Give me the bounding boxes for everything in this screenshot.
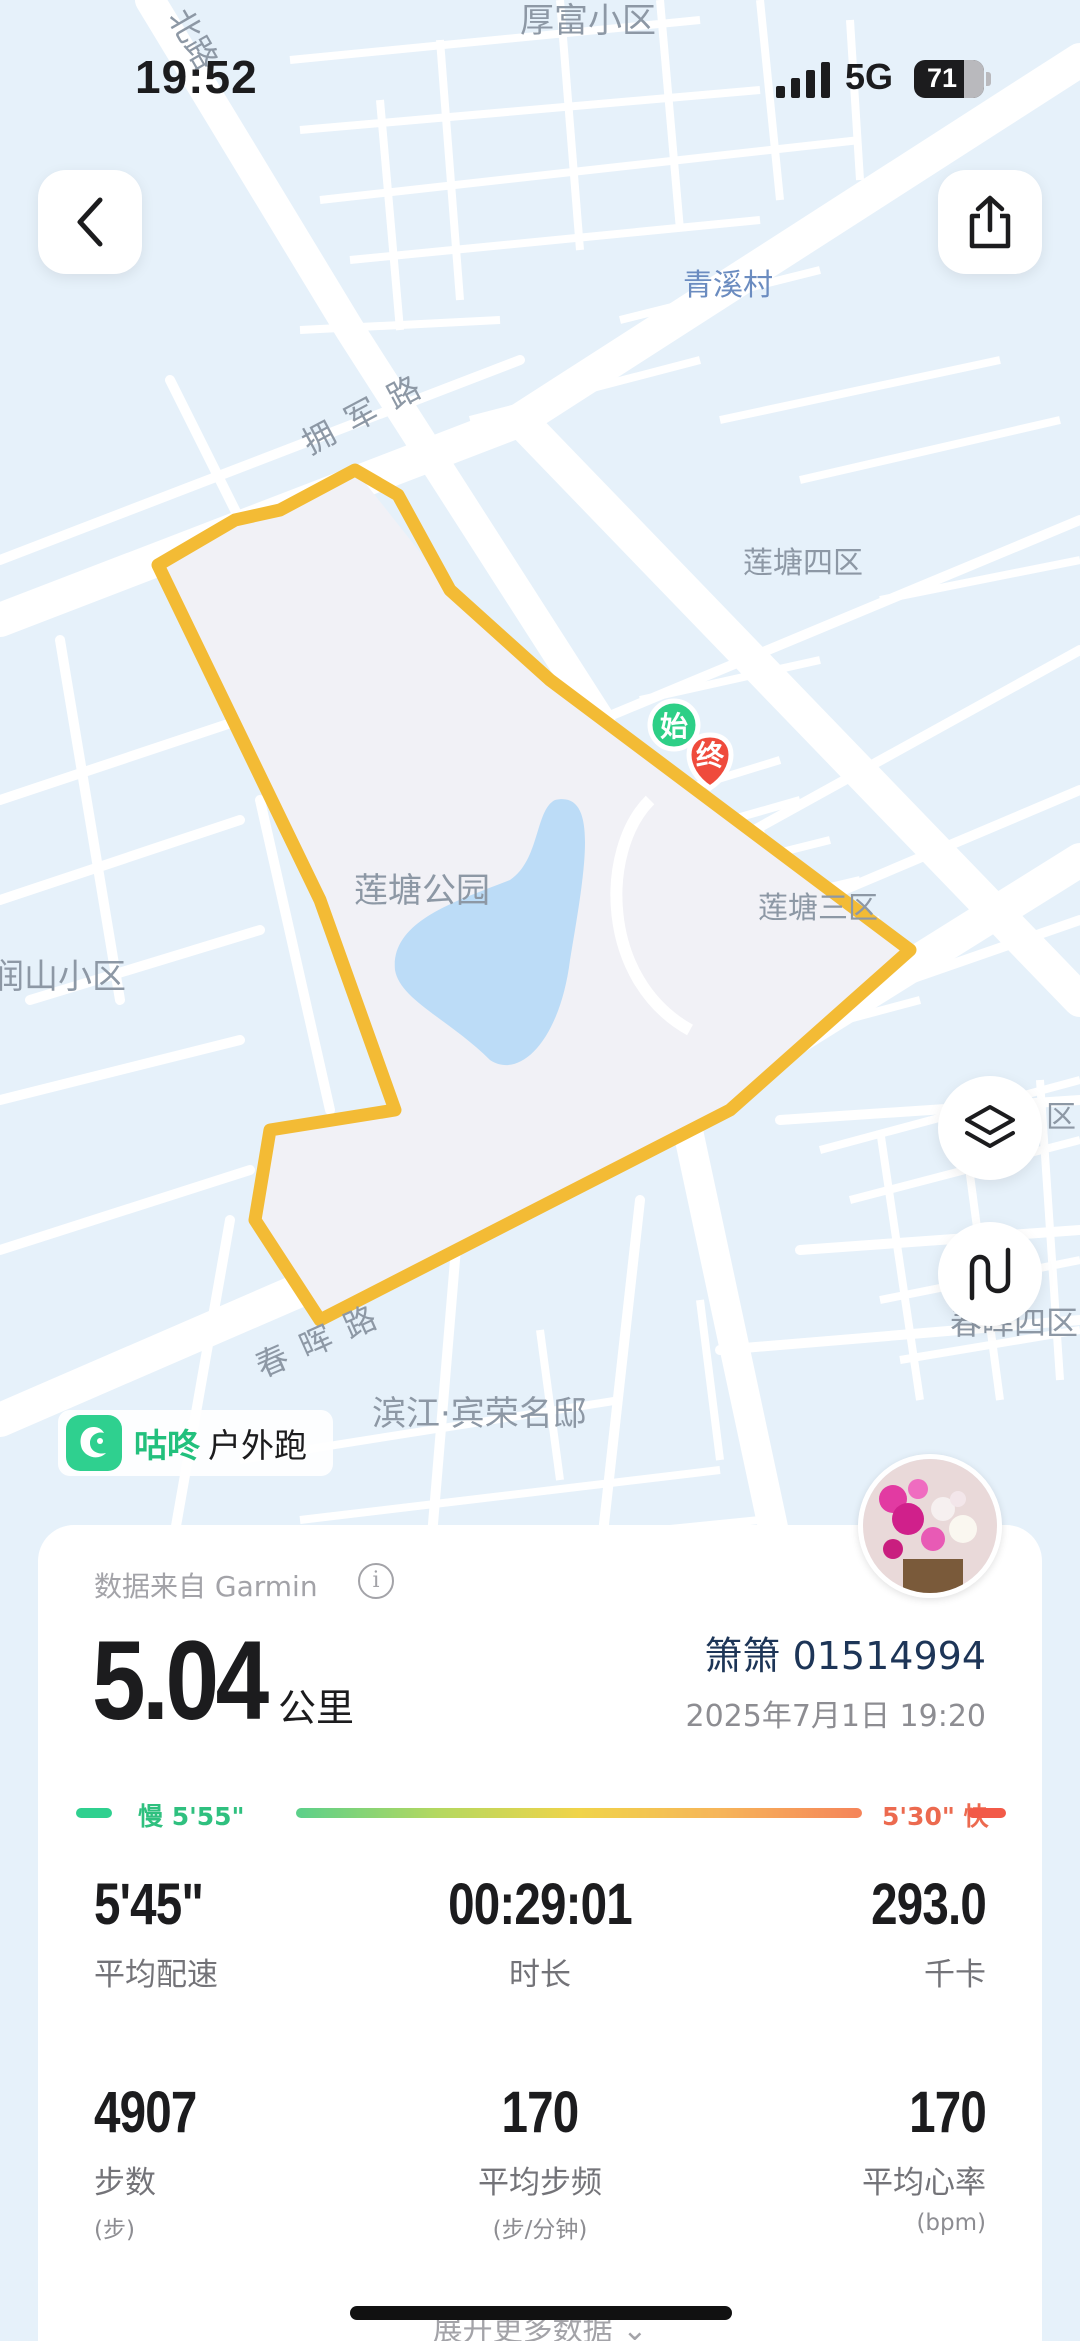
stat-value: 5'45" [94,1872,204,1937]
brand-name: 咕咚 [134,1426,200,1465]
share-icon [969,195,1011,249]
stat-cadence: 170 平均步频 (步/分钟) [390,2081,690,2244]
map-label-qu: 区 [1046,1100,1076,1135]
app-brand-tag: 咕咚 户外跑 [58,1410,333,1476]
map-label-liantang3: 莲塘三区 [758,891,878,926]
stat-label: 平均步频 [478,2164,602,2201]
stat-steps: 4907 步数 (步) [94,2081,394,2244]
data-source: 数据来自 Garmin [94,1570,318,1603]
battery-level: 71 [926,63,958,93]
stat-unit: (bpm) [916,2209,986,2236]
stat-value: 170 [501,2080,580,2145]
home-indicator[interactable] [350,2306,732,2320]
status-time: 19:52 [135,51,258,103]
stat-unit: (步) [94,2216,135,2243]
svg-text:终: 终 [696,739,725,772]
battery-icon: 71 [914,60,984,98]
map-label-park: 莲塘公园 [354,871,490,911]
stat-value: 4907 [94,2080,197,2145]
user-name: 箫箫 01514994 [704,1634,987,1678]
pace-legend: 慢 5'55" 5'30" 快 [76,1793,1006,1833]
share-button[interactable] [938,170,1042,274]
workout-datetime: 2025年7月1日 19:20 [685,1699,986,1734]
pace-slow-label: 慢 5'55" [138,1802,245,1831]
pace-slow-swatch [76,1808,112,1818]
route-map[interactable]: 始 终 北路 厚富小区 青溪村 拥军路 莲塘四区 莲塘公园 莲塘三区 润山小区 … [0,0,1080,1560]
stat-label: 平均配速 [94,1956,218,1993]
map-label-runshan: 润山小区 [0,957,126,997]
map-label-qingxi: 青溪村 [683,268,773,303]
distance-value: 5.04 [92,1618,269,1743]
stat-label: 平均心率 [862,2164,986,2201]
pace-gradient-bar [296,1808,862,1818]
stat-avg-pace: 5'45" 平均配速 [94,1873,394,1994]
layers-icon [965,1105,1015,1148]
workout-summary-card: 数据来自 Garmin i 5.04 公里 箫箫 01514994 2025年7… [38,1525,1042,2341]
distance-unit: 公里 [278,1686,355,1730]
stat-value: 170 [909,2080,987,2145]
route-replay-button[interactable] [938,1222,1042,1326]
stat-value: 293.0 [871,1872,987,1937]
map-label-binjiang: 滨江·宾荣名邸 [372,1394,587,1434]
status-bar: 19:52 5G 71 [0,0,1080,150]
pace-fast-swatch [968,1808,1006,1818]
avatar[interactable] [858,1454,1002,1598]
activity-type: 户外跑 [208,1426,307,1465]
stat-duration: 00:29:01 时长 [390,1873,690,1994]
map-label-liantang4: 莲塘四区 [743,546,863,581]
codoon-logo-icon [66,1415,122,1471]
chevron-left-icon [77,197,103,247]
battery-cap [986,72,991,86]
stat-label: 千卡 [924,1956,986,1993]
route-icon [969,1247,1011,1301]
stat-label: 步数 [94,2164,156,2201]
stat-value: 00:29:01 [448,1872,633,1937]
map-layers-button[interactable] [938,1076,1042,1180]
stat-heart-rate: 170 平均心率 (bpm) [686,2080,987,2236]
svg-text:始: 始 [660,710,688,743]
signal-icon [776,62,830,98]
stat-unit: (步/分钟) [492,2216,588,2243]
network-type: 5G [845,56,894,97]
stat-calories: 293.0 千卡 [686,1872,987,1994]
stat-label: 时长 [509,1956,571,1993]
info-icon[interactable]: i [358,1563,394,1599]
back-button[interactable] [38,170,142,274]
